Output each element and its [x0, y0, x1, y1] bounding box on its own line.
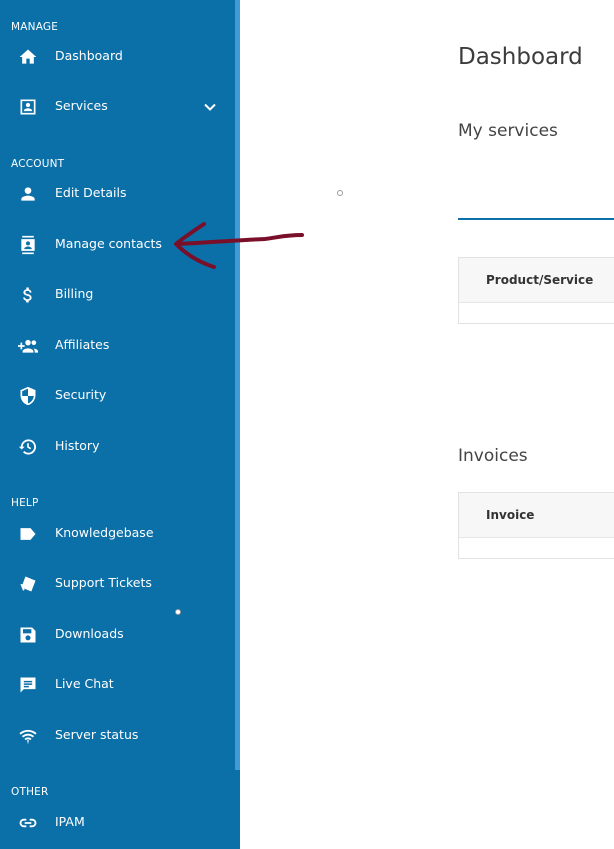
- sidebar: MANAGE Dashboard Services ACCOUNT Edit D…: [0, 0, 240, 849]
- section-account: ACCOUNT: [11, 158, 65, 170]
- home-icon: [16, 45, 40, 69]
- sidebar-item-label: Support Tickets: [55, 575, 152, 590]
- sidebar-item-history[interactable]: History: [0, 427, 235, 467]
- sidebar-item-server-status[interactable]: Server status: [0, 716, 235, 756]
- sidebar-item-label: Downloads: [55, 626, 124, 641]
- sidebar-item-label: Affiliates: [55, 337, 110, 352]
- main-content: Dashboard My services Product/Service In…: [240, 0, 614, 849]
- stray-dot: [175, 609, 181, 615]
- ticket-icon: [16, 572, 40, 596]
- section-help: HELP: [11, 497, 39, 509]
- sidebar-item-ipam[interactable]: IPAM: [0, 803, 235, 843]
- invoices-title: Invoices: [458, 446, 528, 466]
- sidebar-item-billing[interactable]: Billing: [0, 275, 235, 315]
- sidebar-item-label: Services: [55, 98, 108, 113]
- page-title: Dashboard: [458, 44, 583, 70]
- person-icon: [16, 182, 40, 206]
- signal-icon: [16, 724, 40, 748]
- stray-dot: [337, 190, 343, 196]
- sidebar-item-edit-details[interactable]: Edit Details: [0, 174, 235, 214]
- sidebar-item-label: IPAM: [55, 814, 85, 829]
- save-icon: [16, 623, 40, 647]
- section-manage: MANAGE: [11, 21, 59, 33]
- sidebar-item-live-chat[interactable]: Live Chat: [0, 665, 235, 705]
- label-icon: [16, 522, 40, 546]
- chevron-down-icon[interactable]: [200, 97, 220, 117]
- sidebar-item-label: Billing: [55, 286, 94, 301]
- dollar-icon: [16, 283, 40, 307]
- sidebar-item-manage-contacts[interactable]: Manage contacts: [0, 225, 235, 265]
- sidebar-item-support-tickets[interactable]: Support Tickets: [0, 564, 235, 604]
- sidebar-item-label: Server status: [55, 727, 139, 742]
- services-table: Product/Service: [458, 257, 614, 324]
- sidebar-item-label: Live Chat: [55, 676, 114, 691]
- sidebar-item-label: Knowledgebase: [55, 525, 154, 540]
- invoices-table-header: Invoice: [459, 493, 614, 538]
- column-product-service[interactable]: Product/Service: [486, 273, 593, 287]
- shield-icon: [16, 384, 40, 408]
- sidebar-item-knowledgebase[interactable]: Knowledgebase: [0, 514, 235, 554]
- services-table-header: Product/Service: [459, 258, 614, 303]
- sidebar-item-label: History: [55, 438, 100, 453]
- sidebar-item-label: Manage contacts: [55, 236, 162, 251]
- sidebar-item-services[interactable]: Services: [0, 87, 235, 127]
- sidebar-item-affiliates[interactable]: Affiliates: [0, 326, 235, 366]
- my-services-title: My services: [458, 121, 558, 141]
- sidebar-item-downloads[interactable]: Downloads: [0, 615, 235, 655]
- services-table-body: [459, 303, 614, 323]
- contacts-icon: [16, 233, 40, 257]
- sidebar-item-label: Security: [55, 387, 107, 402]
- sidebar-item-security[interactable]: Security: [0, 376, 235, 416]
- active-tab-indicator: [458, 218, 614, 220]
- sidebar-item-label: Dashboard: [55, 48, 123, 63]
- invoices-table: Invoice: [458, 492, 614, 559]
- sidebar-item-label: Edit Details: [55, 185, 127, 200]
- sidebar-item-dashboard[interactable]: Dashboard: [0, 37, 235, 77]
- column-invoice[interactable]: Invoice: [486, 508, 534, 522]
- contact-card-icon: [16, 95, 40, 119]
- history-icon: [16, 435, 40, 459]
- chat-icon: [16, 673, 40, 697]
- section-other: OTHER: [11, 786, 49, 798]
- invoices-table-body: [459, 538, 614, 558]
- group-add-icon: [16, 334, 40, 358]
- link-icon: [16, 811, 40, 835]
